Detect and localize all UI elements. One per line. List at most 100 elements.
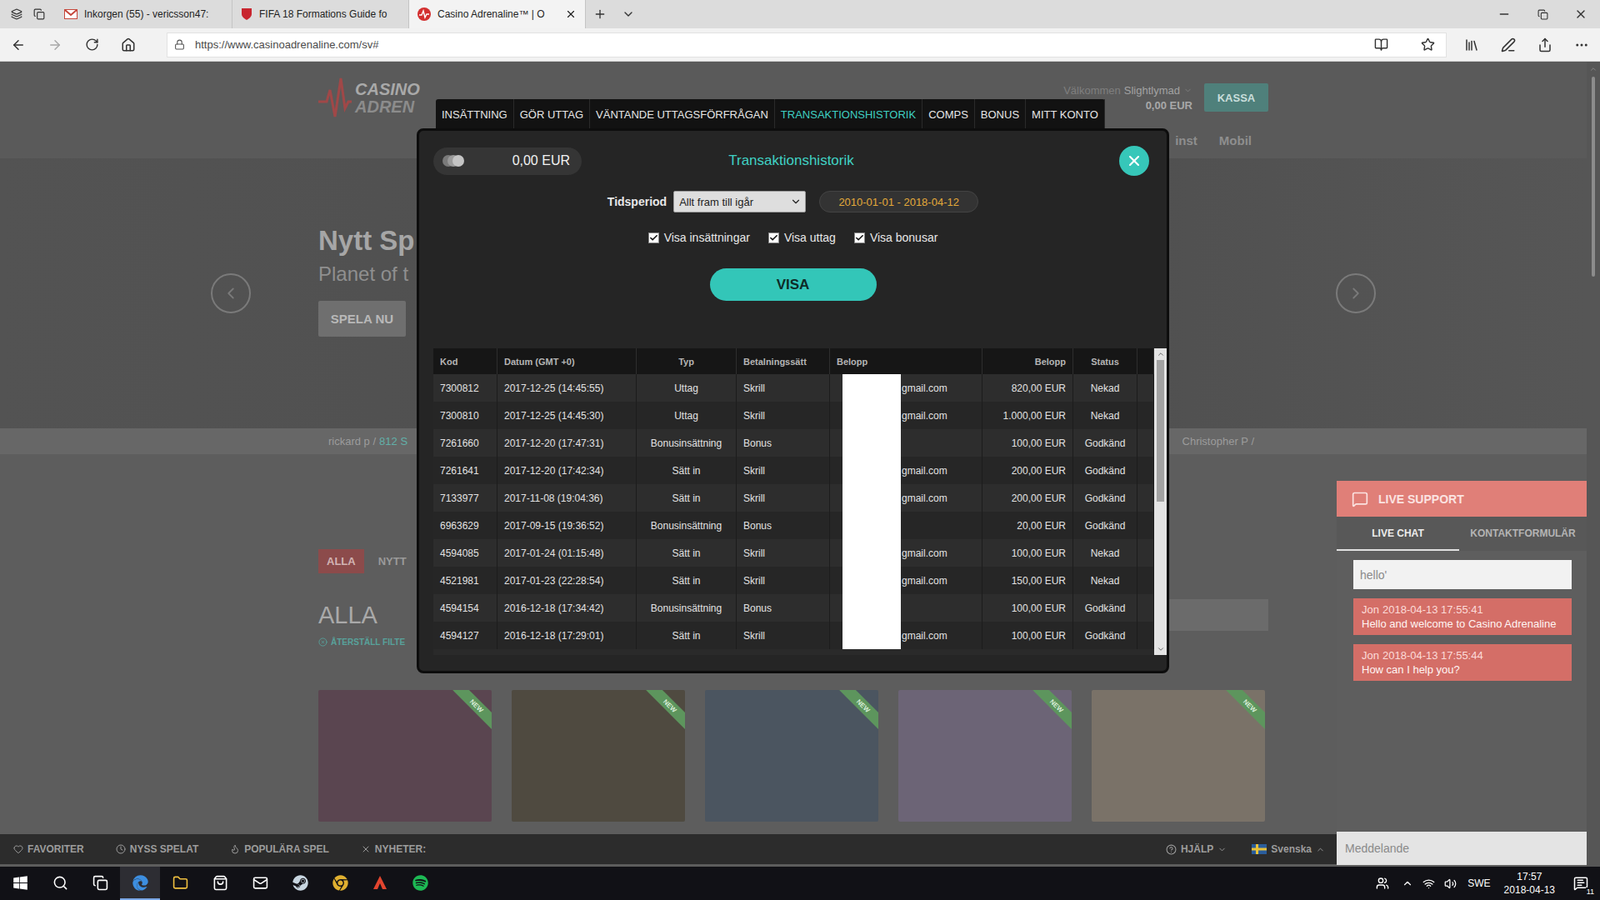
chat-compose-field[interactable]: Meddelande <box>1336 831 1587 865</box>
modal-tab[interactable]: MITT KONTO <box>1025 99 1105 130</box>
people-button[interactable] <box>1367 866 1398 900</box>
close-modal-button[interactable] <box>1119 145 1150 176</box>
input-language[interactable]: SWE <box>1460 877 1497 890</box>
scroll-down-icon[interactable] <box>1156 645 1165 654</box>
filter-checkbox[interactable]: Visa bonusar <box>854 230 938 245</box>
reading-view-button[interactable] <box>1362 28 1400 62</box>
table-row[interactable]: 45940852017-01-24 (01:15:48)Sätt inSkril… <box>433 539 1155 567</box>
forward-button[interactable] <box>36 28 74 62</box>
chat-tab[interactable]: KONTAKTFORMULÄR <box>1459 516 1587 551</box>
hero-prev-button[interactable] <box>210 273 251 314</box>
action-center-button[interactable]: 11 <box>1561 866 1600 900</box>
new-tab-button[interactable] <box>585 0 615 29</box>
welcome-line[interactable]: VälkommenSlightlymad <box>1063 84 1193 97</box>
filter-chip[interactable]: NYTT <box>378 549 415 574</box>
page-scrollbar[interactable] <box>1586 61 1600 867</box>
notes-button[interactable] <box>1490 28 1527 62</box>
period-select[interactable]: Allt fram till igår <box>673 190 806 213</box>
checkbox-box[interactable] <box>648 232 660 244</box>
close-tab-icon[interactable] <box>565 8 577 20</box>
restore-button[interactable] <box>1523 0 1562 29</box>
taskbar-button[interactable] <box>0 866 40 900</box>
nav-item[interactable]: inst <box>1175 133 1198 148</box>
table-row[interactable]: 69636292017-09-15 (19:36:52)Bonusinsättn… <box>433 511 1155 540</box>
network-button[interactable] <box>1417 866 1440 900</box>
table-scrollbar[interactable] <box>1154 348 1167 655</box>
chat-header[interactable]: LIVE SUPPORT <box>1336 480 1587 517</box>
table-row[interactable]: 72616412017-12-20 (17:42:34)Sätt inSkril… <box>433 456 1155 485</box>
filter-chip[interactable]: ALLA <box>318 549 365 574</box>
game-card[interactable]: NEW <box>511 690 685 822</box>
back-button[interactable] <box>0 28 37 62</box>
browser-tab[interactable]: FIFA 18 Formations Guide fo <box>232 0 410 29</box>
table-row[interactable]: 45219812017-01-23 (22:28:54)Sätt inSkril… <box>433 566 1155 595</box>
table-scroll-thumb[interactable] <box>1156 360 1165 502</box>
help-menu[interactable]: HJÄLP <box>1165 843 1227 855</box>
chat-tab[interactable]: LIVE CHAT <box>1336 516 1460 551</box>
table-row[interactable]: 73008102017-12-25 (14:45:30)UttagSkrillg… <box>433 401 1155 430</box>
taskbar-button[interactable] <box>320 866 360 900</box>
close-window-button[interactable] <box>1561 0 1600 29</box>
table-row[interactable]: 45941272016-12-18 (17:29:01)Sätt inSkril… <box>433 621 1155 650</box>
share-button[interactable] <box>1526 28 1564 62</box>
browser-tab[interactable]: Casino Adrenaline™ | O <box>409 0 586 29</box>
language-menu[interactable]: Svenska <box>1251 843 1325 855</box>
taskbar-button[interactable] <box>240 866 280 900</box>
modal-tab[interactable]: COMPS <box>922 99 975 130</box>
filter-checkbox[interactable]: Visa insättningar <box>648 230 750 245</box>
checkbox-box[interactable] <box>854 232 865 244</box>
show-button[interactable]: VISA <box>710 268 877 301</box>
modal-tab[interactable]: GÖR UTTAG <box>514 99 590 130</box>
scroll-up-icon[interactable] <box>1589 65 1598 74</box>
tab-preview-icon[interactable] <box>10 8 23 20</box>
table-row[interactable]: 73008122017-12-25 (14:45:55)UttagSkrillg… <box>433 374 1155 402</box>
taskbar-button[interactable] <box>200 866 240 900</box>
bottom-bar-item[interactable]: NYSS SPELAT <box>115 843 199 855</box>
taskbar-button[interactable] <box>40 866 80 900</box>
table-row[interactable]: 71339772017-11-08 (19:04:36)Sätt inSkril… <box>433 484 1155 512</box>
scroll-up-icon[interactable] <box>1156 350 1165 359</box>
nav-item[interactable]: Mobil <box>1219 133 1252 148</box>
page-scroll-thumb[interactable] <box>1591 76 1595 277</box>
game-card[interactable]: NEW <box>1091 690 1265 822</box>
taskbar-button[interactable] <box>400 866 440 900</box>
minimize-button[interactable] <box>1485 0 1524 29</box>
game-card[interactable]: NEW <box>705 690 879 822</box>
table-row[interactable]: 72616602017-12-20 (17:47:31)Bonusinsättn… <box>433 429 1155 457</box>
filter-checkbox[interactable]: Visa uttag <box>768 230 836 245</box>
cashier-button[interactable]: KASSA <box>1204 83 1269 112</box>
home-button[interactable] <box>110 28 147 62</box>
taskbar-button[interactable] <box>160 866 200 900</box>
taskbar-button[interactable] <box>280 866 320 900</box>
game-card[interactable]: NEW <box>318 690 492 822</box>
play-now-button[interactable]: SPELA NU <box>318 300 406 337</box>
bottom-bar-item[interactable]: POPULÄRA SPEL <box>230 843 330 855</box>
url-field[interactable]: https://www.casinoadrenaline.com/sv# <box>166 32 1447 58</box>
modal-tab[interactable]: TRANSAKTIONSHISTORIK <box>775 99 923 130</box>
modal-tab[interactable]: BONUS <box>975 99 1026 130</box>
refresh-button[interactable] <box>73 28 110 62</box>
date-range[interactable]: 2010-01-01 - 2018-04-12 <box>819 190 979 213</box>
site-logo[interactable]: CASINOADREN <box>318 61 420 124</box>
taskbar-button[interactable] <box>360 866 400 900</box>
clock[interactable]: 17:572018-04-13 <box>1497 870 1562 897</box>
set-aside-tabs-icon[interactable] <box>33 8 45 20</box>
browser-tab[interactable]: Inkorgen (55) - vericsson47: <box>55 0 233 29</box>
modal-tab[interactable]: VÄNTANDE UTTAGSFÖRFRÅGAN <box>590 99 775 130</box>
bottom-bar-item[interactable]: NYHETER: <box>360 843 426 855</box>
volume-button[interactable] <box>1439 866 1461 900</box>
bottom-bar-item[interactable]: FAVORITER <box>13 843 85 855</box>
favorite-button[interactable] <box>1409 28 1446 62</box>
hub-button[interactable] <box>1453 28 1490 62</box>
hidden-icons-button[interactable] <box>1397 866 1418 900</box>
game-card[interactable]: NEW <box>898 690 1072 822</box>
tab-list-button[interactable] <box>614 0 643 29</box>
taskbar-button[interactable] <box>120 866 160 900</box>
table-row[interactable]: 45941542016-12-18 (17:34:42)Bonusinsättn… <box>433 594 1155 622</box>
taskbar-button[interactable] <box>80 866 120 900</box>
hero-next-button[interactable] <box>1335 273 1376 314</box>
checkbox-box[interactable] <box>768 232 780 244</box>
balance-toggle-icon[interactable] <box>441 154 467 168</box>
modal-tab[interactable]: INSÄTTNING <box>435 99 515 130</box>
more-button[interactable] <box>1563 28 1600 62</box>
